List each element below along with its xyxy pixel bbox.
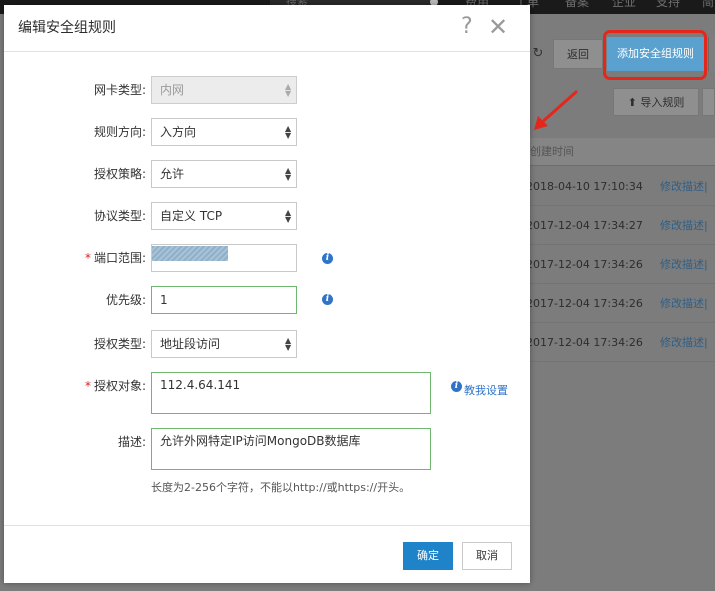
edit-description-link[interactable]: 修改描述 [660, 323, 704, 362]
refresh-icon[interactable]: ↻ [528, 39, 548, 69]
required-mark: * [84, 251, 91, 265]
export-button[interactable] [702, 88, 715, 116]
created-time: 2017-12-04 17:34:26 [526, 297, 643, 310]
protocol-select[interactable]: 自定义 TCP ▲ ▼ [151, 202, 297, 230]
import-rules-label: 导入规则 [640, 96, 685, 109]
priority-input[interactable]: 1 [151, 286, 297, 314]
created-time: 2018-04-10 17:10:34 [526, 180, 643, 193]
nav-item-more[interactable]: 简 [702, 0, 714, 9]
auth-object-textarea[interactable]: 112.4.64.141 [151, 372, 431, 414]
direction-select[interactable]: 入方向 ▲ ▼ [151, 118, 297, 146]
table-header-created-time: 创建时间 [520, 138, 715, 166]
table-row: 2017-12-04 17:34:26 修改描述 | [520, 245, 715, 284]
edit-description-link[interactable]: 修改描述 [660, 206, 704, 245]
nav-item-support[interactable]: 支持 [656, 0, 680, 9]
auth-object-value: 112.4.64.141 [160, 378, 241, 392]
teach-me-setup-link[interactable]: 教我设置 [464, 382, 508, 398]
table-row: 2017-12-04 17:34:26 修改描述 | [520, 284, 715, 323]
auth-type-value: 地址段访问 [160, 337, 221, 351]
help-icon[interactable]: ? [461, 14, 473, 40]
policy-label: 授权策略: [93, 167, 146, 181]
required-mark: * [84, 379, 91, 393]
row-action-link[interactable]: | [704, 245, 708, 284]
annotation-arrow [534, 90, 578, 130]
select-arrows-icon: ▲ ▼ [285, 166, 292, 182]
description-textarea[interactable]: 允许外网特定IP访问MongoDB数据库 [151, 428, 431, 470]
table-row: 2017-12-04 17:34:26 修改描述 | [520, 323, 715, 362]
edit-description-link[interactable]: 修改描述 [660, 245, 704, 284]
nav-item-icp[interactable]: 备案 [565, 0, 589, 9]
confirm-button[interactable]: 确定 [403, 542, 453, 570]
dialog-header: 编辑安全组规则 ? ✕ [4, 5, 530, 52]
select-arrows-icon: ▲ ▼ [285, 336, 292, 352]
row-action-link[interactable]: | [704, 284, 708, 323]
row-action-link[interactable]: | [704, 206, 708, 245]
nic-type-select[interactable]: 内网 ▲ ▼ [151, 76, 297, 104]
direction-value: 入方向 [160, 125, 197, 139]
info-icon: i [451, 381, 462, 392]
info-icon[interactable]: i [322, 253, 333, 264]
priority-label: 优先级: [105, 293, 146, 307]
created-time: 2017-12-04 17:34:27 [526, 219, 643, 232]
dialog-footer: 确定 取消 [4, 525, 530, 584]
edit-description-link[interactable]: 修改描述 [660, 167, 704, 206]
row-action-link[interactable]: | [704, 323, 708, 362]
description-hint: 长度为2-256个字符，不能以http://或https://开头。 [151, 481, 411, 494]
description-value: 允许外网特定IP访问MongoDB数据库 [160, 434, 361, 448]
highlight-box [603, 30, 707, 80]
table-row: 2018-04-10 17:10:34 修改描述 | [520, 167, 715, 206]
policy-select[interactable]: 允许 ▲ ▼ [151, 160, 297, 188]
select-arrows-icon: ▲ ▼ [285, 124, 292, 140]
cancel-button[interactable]: 取消 [462, 542, 512, 570]
edit-security-group-rule-dialog: 编辑安全组规则 ? ✕ 网卡类型: 内网 ▲ ▼ 规则方向: 入方向 ▲ ▼ 授权策… [4, 5, 530, 583]
created-time: 2017-12-04 17:34:26 [526, 258, 643, 271]
add-rule-dropdown[interactable] [708, 37, 715, 71]
nic-type-value: 内网 [160, 83, 185, 97]
select-arrows-icon: ▲ ▼ [285, 208, 292, 224]
description-label: 描述: [117, 435, 146, 449]
redacted-value [152, 246, 228, 261]
nav-item-enterprise[interactable]: 企业 [612, 0, 636, 9]
info-icon[interactable]: i [322, 294, 333, 305]
protocol-label: 协议类型: [93, 209, 146, 223]
dialog-title: 编辑安全组规则 [18, 20, 116, 36]
upload-icon: ⬆ [627, 96, 637, 109]
direction-label: 规则方向: [93, 125, 146, 139]
close-icon[interactable]: ✕ [488, 14, 508, 40]
table-row: 2017-12-04 17:34:27 修改描述 | [520, 206, 715, 245]
priority-value: 1 [160, 293, 168, 307]
protocol-value: 自定义 TCP [160, 209, 223, 223]
auth-object-label: * 授权对象: [84, 379, 146, 393]
edit-description-link[interactable]: 修改描述 [660, 284, 704, 323]
policy-value: 允许 [160, 167, 185, 181]
auth-type-select[interactable]: 地址段访问 ▲ ▼ [151, 330, 297, 358]
import-rules-button[interactable]: ⬆ 导入规则 [613, 88, 699, 116]
port-range-input[interactable] [151, 244, 297, 272]
auth-type-label: 授权类型: [93, 337, 146, 351]
select-arrows-icon: ▲ ▼ [285, 82, 292, 98]
created-time: 2017-12-04 17:34:26 [526, 336, 643, 349]
row-action-link[interactable]: | [704, 167, 708, 206]
nic-type-label: 网卡类型: [93, 83, 146, 97]
back-button[interactable]: 返回 [553, 39, 603, 69]
port-range-label: * 端口范围: [84, 251, 146, 265]
